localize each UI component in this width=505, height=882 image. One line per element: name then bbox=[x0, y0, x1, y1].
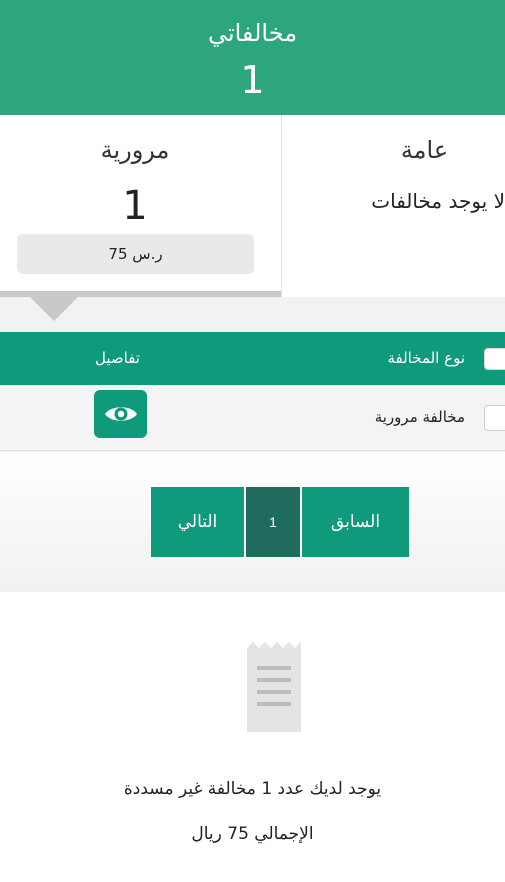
unpaid-total-text: الإجمالي 75 ريال bbox=[191, 824, 314, 844]
previous-page-button[interactable]: السابق bbox=[302, 487, 409, 557]
violation-category-cards: مرورية 1 75 ر.س عامة لا يوجد مخالفات bbox=[0, 115, 505, 297]
pagination-area: التالي 1 السابق bbox=[0, 452, 505, 592]
card-traffic-count: 1 bbox=[122, 183, 148, 229]
violations-table-header: تفاصيل نوع المخالفة bbox=[0, 332, 505, 385]
table-row: مخالفة مرورية bbox=[0, 385, 505, 451]
row-checkbox[interactable] bbox=[484, 405, 505, 431]
card-general-message: لا يوجد مخالفات bbox=[371, 189, 505, 213]
view-details-button[interactable] bbox=[94, 390, 147, 438]
select-all-checkbox[interactable] bbox=[484, 348, 505, 370]
page-number-button[interactable]: 1 bbox=[244, 487, 302, 557]
card-general-title: عامة bbox=[400, 136, 449, 164]
violations-total-count: 1 bbox=[240, 58, 265, 102]
eye-icon bbox=[104, 407, 137, 421]
next-page-button[interactable]: التالي bbox=[151, 487, 244, 557]
selected-card-pointer bbox=[30, 297, 78, 321]
unpaid-count-text: يوجد لديك عدد 1 مخالفة غير مسددة bbox=[123, 779, 382, 799]
card-traffic-amount: 75 ر.س bbox=[17, 234, 254, 274]
page-title: مخالفاتي bbox=[207, 19, 298, 47]
pagination: التالي 1 السابق bbox=[151, 487, 409, 557]
card-traffic-title: مرورية bbox=[100, 136, 170, 164]
column-header-details: تفاصيل bbox=[95, 349, 140, 367]
column-header-type: نوع المخالفة bbox=[387, 349, 465, 367]
violation-type-cell: مخالفة مرورية bbox=[374, 408, 465, 426]
unpaid-summary: يوجد لديك عدد 1 مخالفة غير مسددة الإجمال… bbox=[0, 592, 505, 882]
page-header: مخالفاتي 1 bbox=[0, 0, 505, 115]
receipt-icon bbox=[247, 642, 301, 732]
